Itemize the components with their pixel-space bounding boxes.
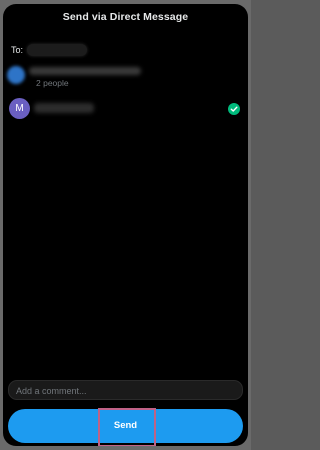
device-frame: Send via Direct Message To: 2 people M A… xyxy=(0,0,251,450)
dm-share-sheet: Send via Direct Message To: 2 people M A… xyxy=(3,4,248,446)
to-label: To: xyxy=(11,45,24,55)
group-name-redacted xyxy=(29,67,141,75)
group-subtitle: 2 people xyxy=(36,78,69,88)
send-button[interactable]: Send xyxy=(8,409,243,443)
avatar: M xyxy=(9,98,30,119)
check-circle-icon xyxy=(228,103,240,115)
list-item-user[interactable]: M xyxy=(3,96,248,122)
dialog-title: Send via Direct Message xyxy=(62,11,189,23)
to-row: To: xyxy=(11,43,88,57)
comment-input[interactable] xyxy=(9,382,242,400)
list-item-group[interactable]: 2 people xyxy=(3,62,248,90)
recipient-chip-redacted[interactable] xyxy=(27,44,88,56)
group-avatar xyxy=(7,66,25,84)
send-button-label: Send xyxy=(113,420,138,431)
comment-field[interactable] xyxy=(8,380,243,400)
user-name-redacted xyxy=(34,103,94,113)
